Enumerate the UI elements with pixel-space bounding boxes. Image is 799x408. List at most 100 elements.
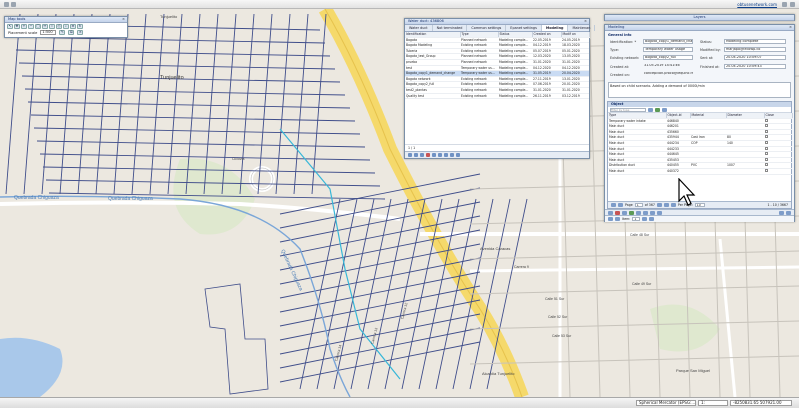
close-icon[interactable]: × xyxy=(122,17,125,22)
zoom-out-icon[interactable]: − xyxy=(28,24,34,29)
first-page-icon[interactable] xyxy=(408,153,412,157)
filter-icon[interactable] xyxy=(648,107,653,112)
existing-network-select[interactable]: Bogota_copy2_full xyxy=(643,55,693,60)
table-cell: Modeling comple... xyxy=(498,42,532,49)
close-checkbox[interactable] xyxy=(765,152,768,156)
layers-icon[interactable]: ≡ xyxy=(70,24,76,29)
table-row[interactable]: Quality test Existing network Modeling com… xyxy=(405,93,589,100)
tab-3[interactable]: Epanet settings xyxy=(506,25,542,31)
created-on-value: concepcion.proco@iequinc.fr xyxy=(644,72,693,75)
export-icon[interactable] xyxy=(444,153,448,157)
map-tools-panel: Map tools × ↖ ✥ + − □ ↔ i ⎙ ⌕ ≡ ↻ Placeme… xyxy=(4,16,128,38)
copy-icon[interactable]: ⧉ xyxy=(68,30,75,35)
scale-field[interactable]: 1: xyxy=(698,400,728,406)
layers-panel[interactable]: Layers xyxy=(604,14,795,21)
delete-icon[interactable] xyxy=(426,153,430,157)
info-icon[interactable]: i xyxy=(49,24,55,29)
close-checkbox[interactable] xyxy=(765,135,768,139)
measure-icon[interactable]: ↔ xyxy=(42,24,48,29)
table-cell: Modeling comple... xyxy=(498,65,532,72)
map-tools-title: Map tools × xyxy=(5,17,127,23)
table-cell: Modeling comple... xyxy=(498,81,532,88)
search-icon[interactable]: ⌕ xyxy=(63,24,69,29)
close-checkbox-cell[interactable] xyxy=(764,168,792,175)
prev-page-icon[interactable] xyxy=(618,203,623,207)
sent-at-field: 20.04.2020 10:09:07 xyxy=(724,55,786,60)
next-page-icon[interactable] xyxy=(656,203,662,207)
type-label: Type: xyxy=(610,48,619,52)
refresh-icon[interactable] xyxy=(670,203,676,207)
table-cell xyxy=(690,168,726,175)
description-field[interactable]: Based on child scenario. Adding a demand… xyxy=(608,82,791,98)
map-label-tunjuelito-top: Tunjuelito xyxy=(160,14,178,19)
save-icon[interactable] xyxy=(420,153,424,157)
map-label-calle53: Calle 53 Sur xyxy=(552,334,572,338)
close-checkbox[interactable] xyxy=(765,146,768,150)
placement-scale-select[interactable]: 1:500 xyxy=(40,30,57,35)
top-bar: obtusenetwork.com xyxy=(0,0,799,9)
per-page-select[interactable]: 10 xyxy=(694,203,705,207)
tab-2[interactable]: Common settings xyxy=(467,25,507,31)
last-page-icon[interactable] xyxy=(663,203,669,207)
add-icon[interactable] xyxy=(655,107,660,112)
menu-icon[interactable] xyxy=(11,2,16,7)
table-cell: Modeling comple... xyxy=(498,76,532,83)
select-icon[interactable]: ↖ xyxy=(7,24,13,29)
close-checkbox[interactable] xyxy=(765,140,768,144)
zoom-box-icon[interactable]: □ xyxy=(35,24,41,29)
tab-1[interactable]: Not terminated xyxy=(433,25,468,31)
first-page-icon[interactable] xyxy=(611,203,616,207)
status-bar: Spherical Mercator (EPSG:... 1: -8250831… xyxy=(0,397,799,408)
edit-icon[interactable]: ✎ xyxy=(59,30,66,35)
next-item-icon[interactable] xyxy=(642,217,648,221)
item-input[interactable]: 1 xyxy=(632,217,641,221)
prev-item-icon[interactable] xyxy=(615,217,620,221)
table-row[interactable]: Main duct 440372 xyxy=(608,168,792,175)
last-page-icon[interactable] xyxy=(456,153,460,157)
tab-5[interactable]: Maintenan xyxy=(568,25,596,31)
close-icon[interactable]: × xyxy=(584,19,587,24)
page-input[interactable]: 1 xyxy=(634,203,643,207)
close-checkbox[interactable] xyxy=(765,124,768,128)
zoom-in-icon[interactable]: + xyxy=(21,24,27,29)
tab-4[interactable]: Modeling xyxy=(541,25,569,31)
refresh-icon[interactable]: ↻ xyxy=(77,24,83,29)
close-checkbox[interactable] xyxy=(765,168,768,172)
map-label-avenida: Avenida Caracas xyxy=(480,246,511,251)
tab-0[interactable]: Water duct xyxy=(405,25,433,31)
first-item-icon[interactable] xyxy=(608,217,613,221)
map-label-parque: Parque San Miguel xyxy=(676,368,711,373)
projection-select[interactable]: Spherical Mercator (EPSG:... xyxy=(636,400,696,406)
close-checkbox[interactable] xyxy=(765,129,768,133)
type-select[interactable]: Temporary water usage xyxy=(643,47,693,52)
close-checkbox[interactable] xyxy=(765,157,768,161)
user-link[interactable]: obtusenetwork.com xyxy=(737,2,777,7)
print-icon[interactable]: ⎙ xyxy=(56,24,62,29)
layers-title[interactable]: Layers xyxy=(605,15,794,21)
object-table: Type Object-id Material Diameter Close Tempo… xyxy=(608,113,793,175)
copy-icon[interactable] xyxy=(432,153,436,157)
app-icon[interactable] xyxy=(4,2,9,7)
filter-type-input[interactable]: Filter by type xyxy=(610,107,646,112)
item-label: Item: xyxy=(622,217,631,221)
map-label-tunjuelito: Tunjuelito xyxy=(160,75,184,81)
pan-icon[interactable]: ✥ xyxy=(14,24,20,29)
close-checkbox[interactable] xyxy=(765,118,768,122)
table-cell: Modeling comple... xyxy=(498,87,532,94)
table-cell: Modeling comple... xyxy=(498,93,532,100)
identification-field[interactable]: Bogota_copy1_demand_chan xyxy=(643,39,693,44)
next-page-icon[interactable] xyxy=(450,153,454,157)
item-navigator: Item: 1 xyxy=(605,215,794,222)
settings-icon[interactable] xyxy=(782,2,787,7)
run-icon[interactable] xyxy=(438,153,442,157)
delete-icon[interactable]: × xyxy=(77,30,84,35)
last-item-icon[interactable] xyxy=(649,217,655,221)
close-icon[interactable]: × xyxy=(789,25,792,30)
table-cell: Main duct xyxy=(608,168,666,175)
map-label-quebrada-2: Quebrada Chiguaza xyxy=(108,196,153,202)
close-checkbox[interactable] xyxy=(765,163,768,167)
coordinates-display: -8250831.65 507921.00 xyxy=(730,400,792,406)
logout-icon[interactable] xyxy=(790,2,795,7)
edit-icon[interactable] xyxy=(662,107,667,112)
prev-page-icon[interactable] xyxy=(414,153,418,157)
